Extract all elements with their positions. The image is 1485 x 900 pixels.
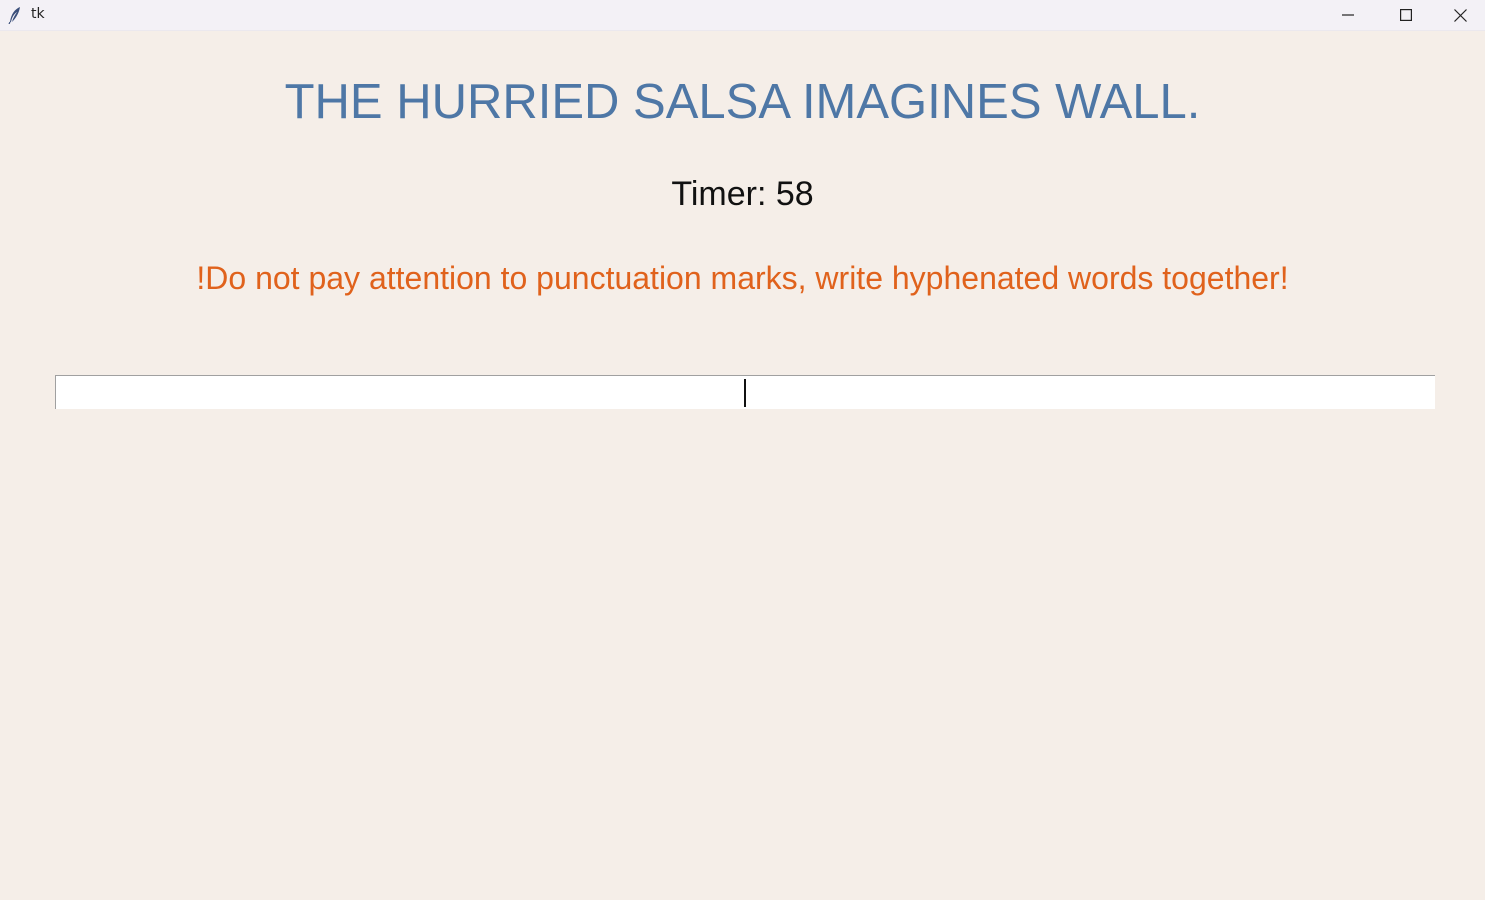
sentence-label: THE HURRIED SALSA IMAGINES WALL. [284, 75, 1201, 129]
title-bar[interactable]: tk [0, 0, 1485, 31]
app-window: tk THE HURRIED SALSA IMAGINES WALL. Time… [0, 0, 1485, 900]
minimize-button[interactable] [1319, 0, 1377, 30]
text-cursor [744, 379, 746, 407]
window-title: tk [31, 6, 45, 22]
minimize-icon [1342, 9, 1354, 21]
maximize-button[interactable] [1377, 0, 1435, 30]
close-button[interactable] [1436, 0, 1485, 30]
instructions-label: !Do not pay attention to punctuation mar… [196, 260, 1289, 296]
maximize-icon [1400, 9, 1412, 21]
close-icon [1454, 8, 1467, 22]
feather-icon [8, 6, 22, 25]
typing-entry-container[interactable] [55, 375, 1435, 409]
timer-label: Timer: 58 [671, 175, 814, 213]
